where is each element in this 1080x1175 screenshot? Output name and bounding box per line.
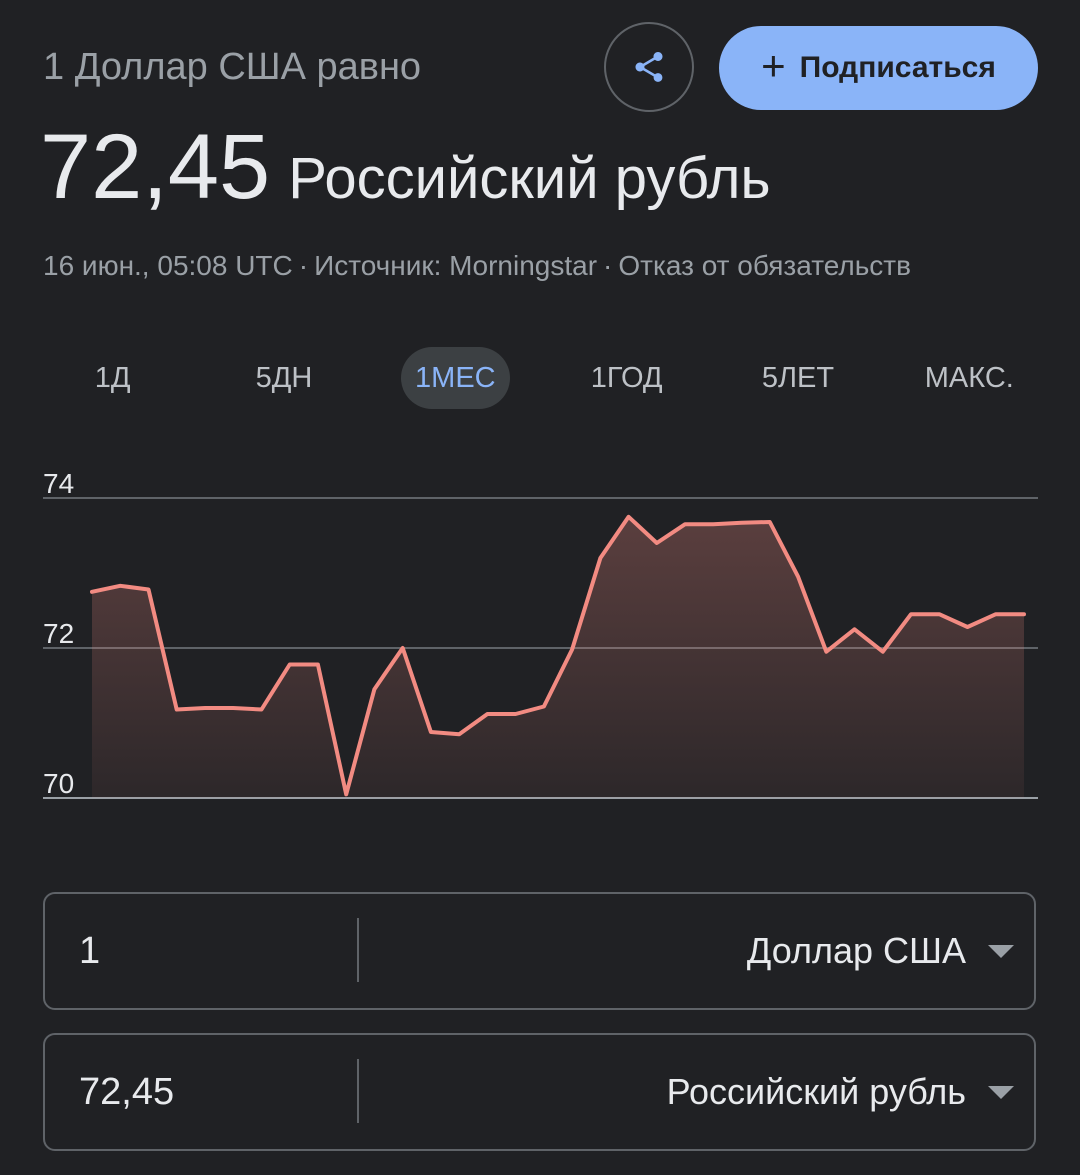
source-text: Источник: Morningstar (314, 250, 598, 281)
disclaimer-link[interactable]: Отказ от обязательств (618, 250, 911, 281)
converter-from-row: 1 Доллар США (43, 892, 1036, 1010)
timestamp: 16 июн., 05:08 UTC (43, 250, 293, 281)
divider (357, 1059, 359, 1123)
y-tick-label: 74 (43, 468, 74, 499)
tab-5d[interactable]: 5ДН (198, 346, 369, 410)
meta-separator: · (603, 250, 613, 281)
y-tick-label: 70 (43, 768, 74, 799)
share-button[interactable] (604, 22, 694, 112)
plus-icon: + (761, 42, 786, 89)
share-icon (635, 52, 663, 82)
y-tick-label: 72 (43, 618, 74, 649)
meta-separator: · (298, 250, 309, 281)
rate-currency: Российский рубль (288, 146, 771, 211)
chart-area-fill (92, 516, 1024, 798)
tab-label: 1ГОД (590, 362, 663, 394)
to-amount-input[interactable]: 72,45 (79, 1035, 349, 1149)
chevron-down-icon (988, 944, 1014, 958)
from-amount-input[interactable]: 1 (79, 894, 349, 1008)
tab-label: 1МЕС (401, 347, 510, 409)
tab-5y[interactable]: 5ЛЕТ (712, 346, 883, 410)
tab-label: 1Д (94, 362, 131, 394)
divider (357, 918, 359, 982)
to-currency-name: Российский рубль (666, 1071, 966, 1112)
chevron-down-icon (988, 1085, 1014, 1099)
from-currency-select[interactable]: Доллар США (747, 894, 1014, 1008)
rate-headline: 72,45 Российский рубль (40, 112, 771, 249)
subscribe-label: Подписаться (799, 51, 996, 84)
tab-1m[interactable]: 1МЕС (370, 346, 541, 410)
tab-label: 5ЛЕТ (761, 362, 835, 394)
converter-to-row: 72,45 Российский рубль (43, 1033, 1036, 1151)
rate-chart[interactable]: 74 72 70 (0, 460, 1080, 820)
rate-value: 72,45 (40, 116, 271, 218)
from-currency-name: Доллар США (746, 930, 966, 971)
tab-label: 5ДН (255, 362, 313, 394)
to-currency-select[interactable]: Российский рубль (667, 1035, 1014, 1149)
tab-1d[interactable]: 1Д (27, 346, 198, 410)
tab-label: МАКС. (924, 362, 1014, 394)
time-range-tabs: 1Д 5ДН 1МЕС 1ГОД 5ЛЕТ МАКС. (27, 346, 1055, 410)
tab-max[interactable]: МАКС. (884, 346, 1055, 410)
tab-1y[interactable]: 1ГОД (541, 346, 712, 410)
rate-subtitle: 1 Доллар США равно (43, 46, 422, 88)
subscribe-button[interactable]: + Подписаться (719, 26, 1038, 110)
rate-meta: 16 июн., 05:08 UTC · Источник: Morningstar… (43, 246, 911, 286)
